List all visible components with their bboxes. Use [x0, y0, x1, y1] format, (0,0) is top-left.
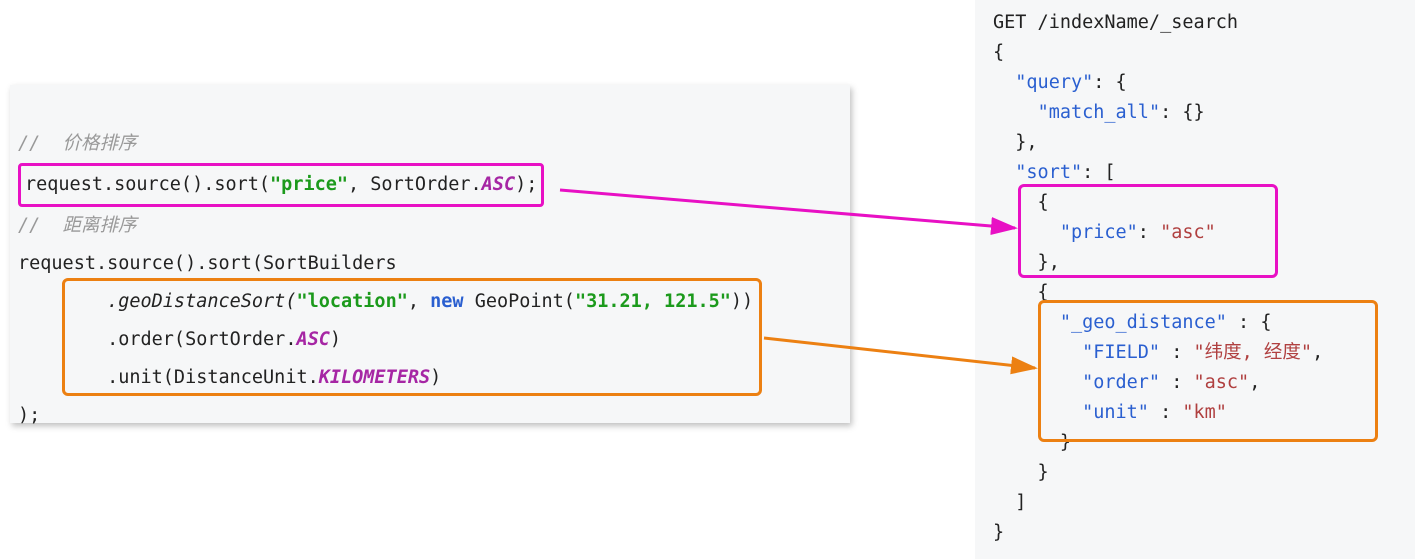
json-query: "query": { [993, 68, 1407, 98]
json-matchall: "match_all": {} [993, 98, 1407, 128]
price-sort-line: request.source().sort("price", SortOrder… [18, 163, 842, 207]
json-panel: GET /indexName/_search { "query": { "mat… [975, 0, 1415, 559]
price-sort-highlight: request.source().sort("price", SortOrder… [18, 163, 544, 207]
json-query-close: }, [993, 128, 1407, 158]
json-get: GET /indexName/_search [993, 8, 1407, 38]
json-geo-close: } [993, 458, 1407, 488]
comment-distance: // 距离排序 [18, 207, 842, 245]
json-sort-close: ] [993, 488, 1407, 518]
price-json-highlight [1018, 184, 1278, 278]
geo-json-highlight [1038, 300, 1378, 442]
json-close: } [993, 518, 1407, 548]
json-open: { [993, 38, 1407, 68]
comment-price: // 价格排序 [18, 125, 842, 163]
geo-highlight-left [62, 278, 762, 396]
geo-final: ); [18, 397, 842, 435]
